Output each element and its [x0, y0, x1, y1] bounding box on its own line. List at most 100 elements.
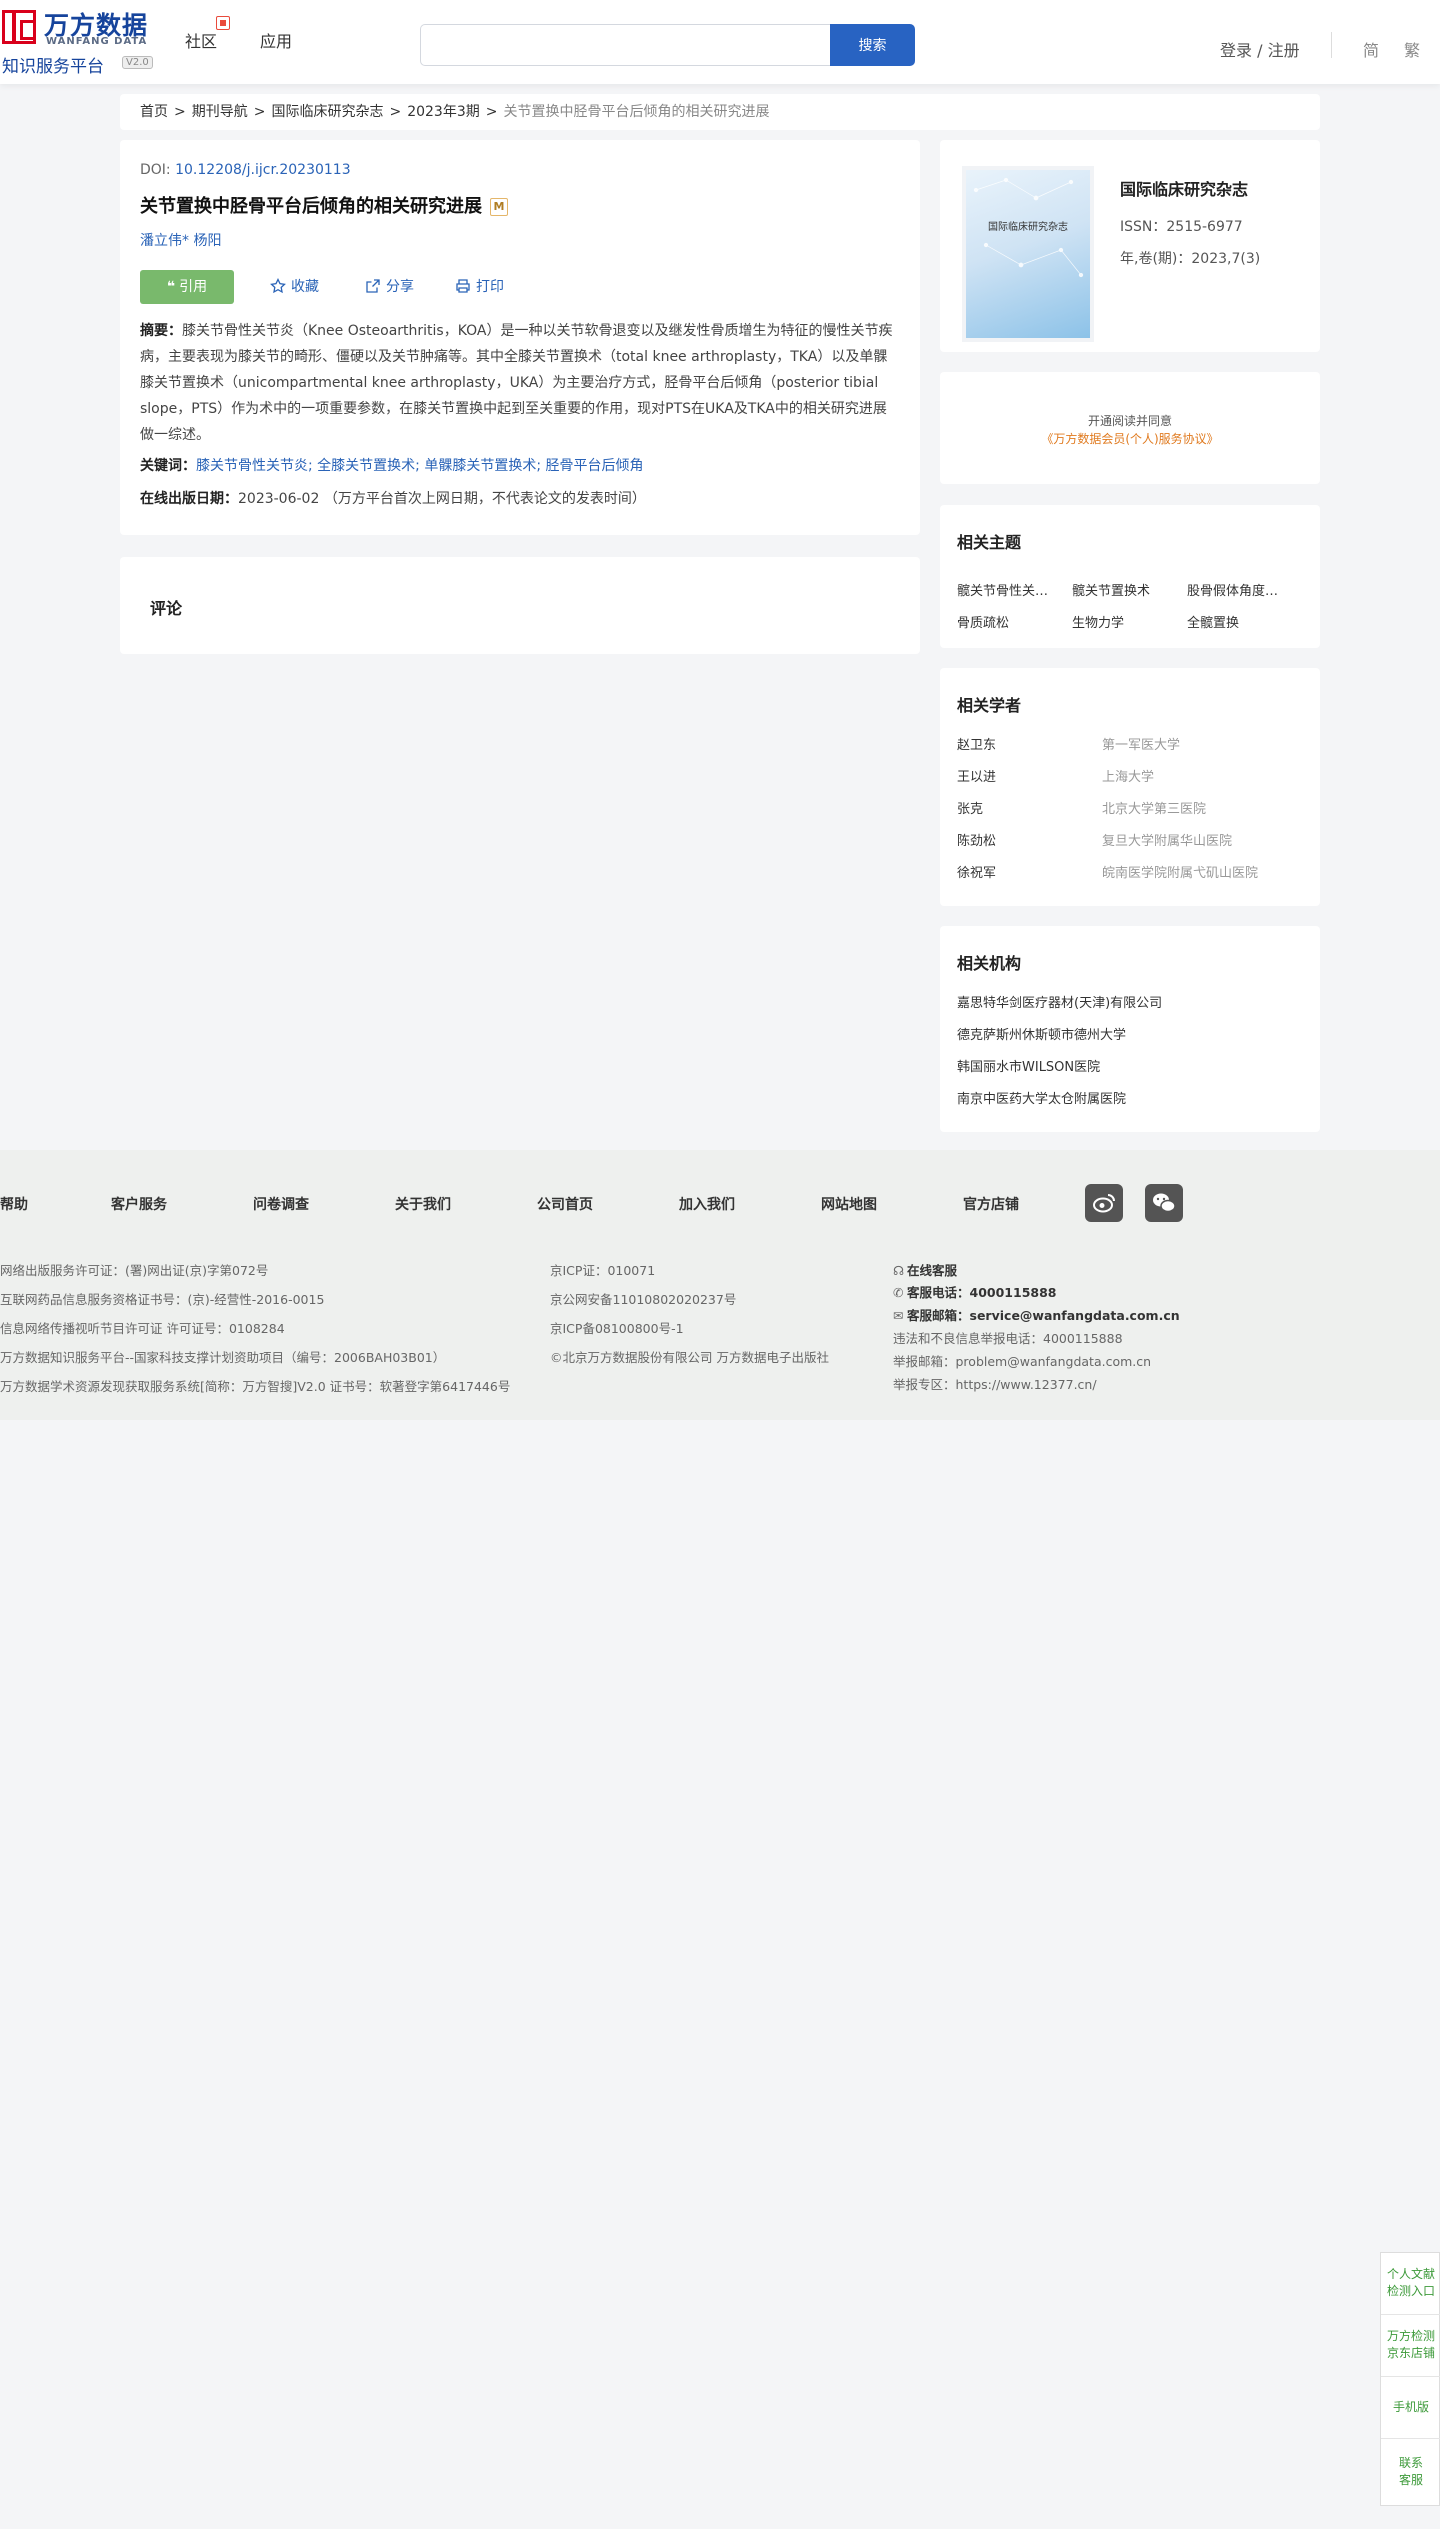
agreement-link[interactable]: 《万方数据会员(个人)服务协议》 [940, 430, 1320, 447]
journal-cover[interactable]: 国际临床研究杂志 [966, 170, 1090, 338]
quote-icon: ❝ [166, 279, 176, 295]
scholar-name[interactable]: 徐祝军 [957, 862, 996, 881]
float-personal-check[interactable]: 个人文献 检测入口 [1381, 2253, 1440, 2315]
footer-link-help[interactable]: 帮助 [0, 1194, 28, 1214]
abstract: 摘要：膝关节骨性关节炎（Knee Osteoarthritis，KOA）是一种以… [140, 318, 900, 448]
author-list: 潘立伟* 杨阳 [140, 230, 221, 250]
pubdate-note: （万方平台首次上网日期，不代表论文的发表时间） [323, 491, 646, 507]
scholar-org: 复旦大学附属华山医院 [1102, 834, 1233, 849]
author-link[interactable]: 潘立伟* [140, 233, 189, 249]
license-line: 网络出版服务许可证：(署)网出证(京)字第072号 [0, 1263, 269, 1278]
journal-issn: ISSN：2515-6977 [1120, 219, 1243, 235]
breadcrumb-home[interactable]: 首页 [140, 104, 168, 120]
icp-line[interactable]: 京ICP备08100800号-1 [550, 1318, 684, 1337]
topic-link[interactable]: 髋关节骨性关节炎 [957, 580, 1057, 599]
institution-link[interactable]: 南京中医药大学太仓附属医院 [957, 1088, 1126, 1107]
breadcrumb-journal[interactable]: 国际临床研究杂志 [271, 104, 383, 120]
float-mobile[interactable]: 手机版 [1381, 2377, 1440, 2439]
float-jd-store[interactable]: 万方检测 京东店铺 [1381, 2315, 1440, 2377]
article-card: DOI: 10.12208/j.ijcr.20230113 关节置换中胫骨平台后… [120, 140, 920, 535]
keyword-link[interactable]: 单髁膝关节置换术 [424, 458, 536, 474]
keywords: 关键词：膝关节骨性关节炎; 全膝关节置换术; 单髁膝关节置换术; 胫骨平台后倾角 [140, 458, 644, 474]
cite-button[interactable]: ❝ 引用 [140, 270, 234, 304]
share-label: 分享 [386, 279, 414, 295]
new-badge-icon [216, 16, 230, 30]
wanfang-logo-mark-icon [2, 10, 36, 44]
favorite-button[interactable]: 收藏 [270, 270, 319, 304]
keywords-label: 关键词： [140, 458, 196, 474]
lang-traditional[interactable]: 繁 [1404, 37, 1420, 61]
floating-side-panel: 个人文献 检测入口 万方检测 京东店铺 手机版 联系 客服 [1380, 2252, 1440, 2506]
journal-name[interactable]: 国际临床研究杂志 [1120, 176, 1248, 200]
breadcrumb-issue[interactable]: 2023年3期 [407, 104, 480, 120]
nav-community[interactable]: 社区 [185, 28, 217, 52]
share-button[interactable]: 分享 [365, 270, 414, 304]
topic-link[interactable]: 股骨假体角度测量 [1187, 580, 1287, 599]
nav-apps[interactable]: 应用 [260, 28, 292, 52]
scholar-org: 皖南医学院附属弋矶山医院 [1102, 866, 1259, 881]
scholar-org: 上海大学 [1102, 770, 1155, 785]
scholar-org: 北京大学第三医院 [1102, 802, 1207, 817]
wanfang-logo[interactable]: 万方数据 WANFANG DATA 知识服务平台 V2.0 [0, 6, 153, 77]
author-link[interactable]: 杨阳 [193, 233, 221, 249]
scholar-name[interactable]: 赵卫东 [957, 734, 996, 753]
journal-card: 国际临床研究杂志 国际临床研究杂志 ISSN：2515-6977 年,卷(期)：… [940, 140, 1320, 352]
breadcrumb-journal-nav[interactable]: 期刊导航 [192, 104, 248, 120]
pubdate-value: 2023-06-02 [238, 491, 320, 507]
footer-link-service[interactable]: 客户服务 [111, 1194, 167, 1214]
footer-link-company[interactable]: 公司首页 [537, 1194, 593, 1214]
float-contact[interactable]: 联系 客服 [1381, 2439, 1440, 2507]
wechat-icon[interactable] [1145, 1184, 1183, 1222]
report-phone: 违法和不良信息举报电话：4000115888 [893, 1331, 1123, 1346]
footer-link-store[interactable]: 官方店铺 [963, 1194, 1019, 1214]
institution-link[interactable]: 韩国丽水市WILSON医院 [957, 1056, 1100, 1075]
online-service-link[interactable]: ☊ 在线客服 [893, 1260, 957, 1279]
scholar-name[interactable]: 陈劲松 [957, 830, 996, 849]
topic-link[interactable]: 骨质疏松 [957, 612, 1057, 631]
search-button[interactable]: 搜索 [830, 24, 915, 66]
doi-link[interactable]: 10.12208/j.ijcr.20230113 [175, 162, 351, 178]
mail-icon: ✉ [893, 1308, 904, 1323]
scholar-name[interactable]: 王以进 [957, 766, 996, 785]
m-badge: M [490, 198, 508, 216]
topics-title: 相关主题 [957, 533, 1022, 552]
footer-link-about[interactable]: 关于我们 [395, 1194, 451, 1214]
comments-card: 评论 [120, 557, 920, 654]
topic-link[interactable]: 生物力学 [1072, 612, 1172, 631]
icp-line[interactable]: 京ICP证：010071 [550, 1260, 655, 1279]
related-scholars-card: 相关学者 赵卫东 第一军医大学 王以进 上海大学 张克 北京大学第三医院 陈劲松… [940, 668, 1320, 906]
weibo-icon[interactable] [1085, 1184, 1123, 1222]
article-title: 关节置换中胫骨平台后倾角的相关研究进展 M [140, 192, 508, 218]
topic-link[interactable]: 髋关节置换术 [1072, 580, 1172, 599]
institution-link[interactable]: 德克萨斯州休斯顿市德州大学 [957, 1024, 1126, 1043]
topic-link[interactable]: 全髋置换 [1187, 612, 1287, 631]
doi-line: DOI: 10.12208/j.ijcr.20230113 [140, 162, 351, 178]
keyword-link[interactable]: 胫骨平台后倾角 [546, 458, 644, 474]
institution-link[interactable]: 嘉思特华剑医疗器材(天津)有限公司 [957, 992, 1162, 1011]
publish-date: 在线出版日期：2023-06-02 （万方平台首次上网日期，不代表论文的发表时间… [140, 488, 646, 508]
footer-link-sitemap[interactable]: 网站地图 [821, 1194, 877, 1214]
print-button[interactable]: 打印 [455, 270, 504, 304]
icp-line[interactable]: 京公网安备11010802020237号 [550, 1289, 736, 1308]
breadcrumb-separator: > [253, 104, 266, 120]
lang-simplified[interactable]: 简 [1363, 37, 1379, 61]
search-input[interactable] [420, 24, 830, 66]
report-site[interactable]: 举报专区：https://www.12377.cn/ [893, 1374, 1097, 1393]
footer-link-join[interactable]: 加入我们 [679, 1194, 735, 1214]
logo-subtitle: 知识服务平台 [2, 57, 104, 77]
keyword-link[interactable]: 全膝关节置换术 [317, 458, 415, 474]
breadcrumb-current: 关节置换中胫骨平台后倾角的相关研究进展 [503, 104, 770, 120]
abstract-text: 膝关节骨性关节炎（Knee Osteoarthritis，KOA）是一种以关节软… [140, 323, 893, 443]
copyright-line: ©北京万方数据股份有限公司 万方数据电子出版社 [550, 1350, 829, 1365]
article-title-text: 关节置换中胫骨平台后倾角的相关研究进展 [140, 196, 482, 217]
agreement-card: 开通阅读并同意 《万方数据会员(个人)服务协议》 [940, 372, 1320, 484]
license-line: 万方数据知识服务平台--国家科技支撑计划资助项目（编号：2006BAH03B01… [0, 1350, 446, 1365]
scholar-name[interactable]: 张克 [957, 798, 983, 817]
footer: 帮助 客户服务 问卷调查 关于我们 公司首页 加入我们 网站地图 官方店铺 网络… [0, 1150, 1440, 1420]
footer-link-survey[interactable]: 问卷调查 [253, 1194, 309, 1214]
report-email: 举报邮箱：problem@wanfangdata.com.cn [893, 1354, 1152, 1369]
service-email[interactable]: ✉ 客服邮箱：service@wanfangdata.com.cn [893, 1305, 1180, 1324]
keyword-link[interactable]: 膝关节骨性关节炎 [196, 458, 308, 474]
login-register-link[interactable]: 登录 / 注册 [1220, 37, 1300, 61]
breadcrumb-separator: > [389, 104, 402, 120]
